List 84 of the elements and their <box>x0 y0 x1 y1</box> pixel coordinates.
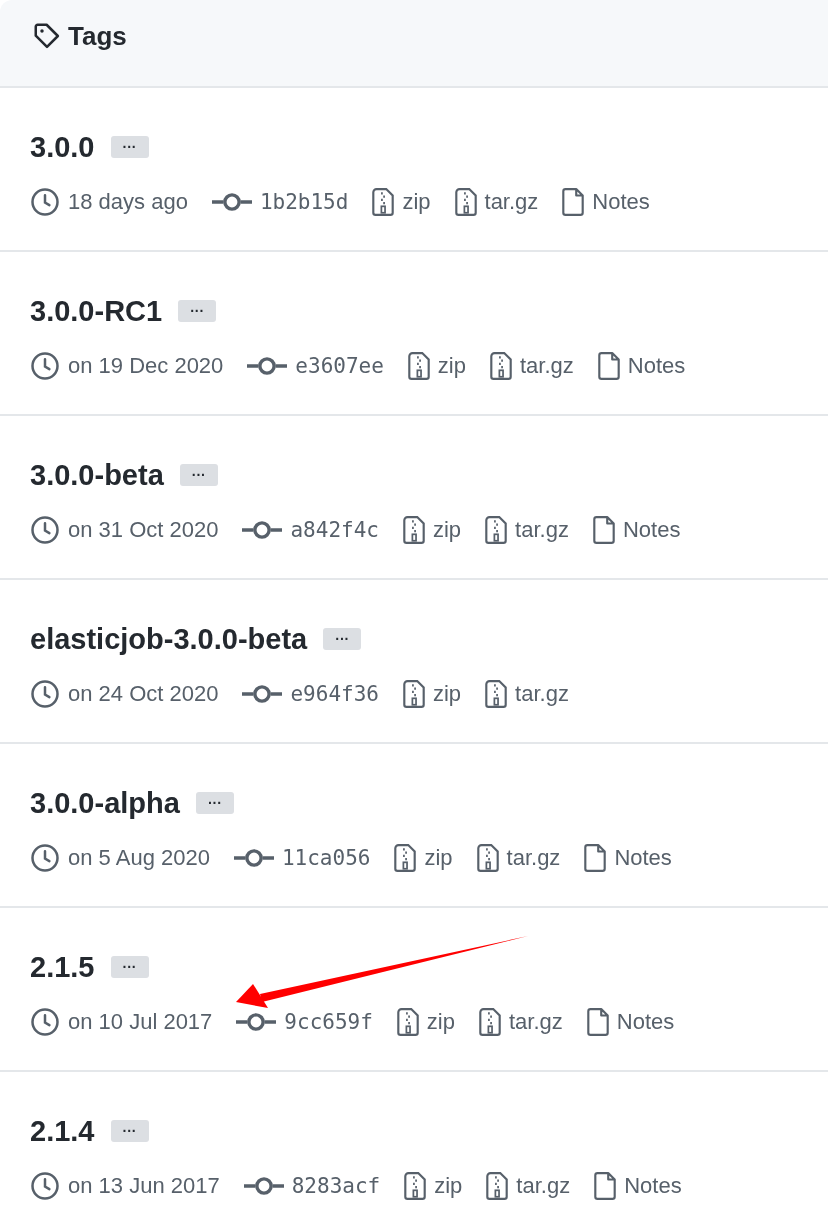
tag-name-link[interactable]: 3.0.0-beta <box>30 458 164 492</box>
tag-date: on 19 Dec 2020 <box>68 353 224 379</box>
commit-link[interactable]: e964f36 <box>290 682 379 706</box>
zip-download-link[interactable]: zip <box>432 517 462 543</box>
clock-icon <box>30 187 60 217</box>
more-button[interactable]: ··· <box>179 464 218 486</box>
clock-icon <box>30 1007 60 1037</box>
clock-icon <box>30 515 60 545</box>
commit-icon <box>243 1176 284 1196</box>
tar-download-link[interactable]: tar.gz <box>506 845 561 871</box>
notes-link[interactable]: Notes <box>614 845 672 871</box>
tag-icon <box>32 21 62 51</box>
tar-download-link[interactable]: tar.gz <box>509 1009 563 1035</box>
more-button[interactable]: ··· <box>110 136 149 158</box>
tar-download-link[interactable]: tar.gz <box>515 517 569 543</box>
zip-file-icon <box>485 516 508 544</box>
tag-date: on 5 Aug 2020 <box>68 845 210 871</box>
file-icon <box>592 516 615 544</box>
tag-date: on 31 Oct 2020 <box>68 517 219 543</box>
file-icon <box>594 1172 617 1200</box>
notes-link[interactable]: Notes <box>616 1009 675 1035</box>
commit-link[interactable]: 8283acf <box>291 1174 381 1198</box>
tar-download-link[interactable]: tar.gz <box>484 189 539 215</box>
zip-file-icon <box>479 1008 501 1036</box>
zip-download-link[interactable]: zip <box>434 1173 463 1199</box>
commit-icon <box>242 520 283 540</box>
tag-date: on 13 Jun 2017 <box>68 1173 220 1199</box>
commit-link[interactable]: 1b2b15d <box>259 190 349 214</box>
zip-file-icon <box>454 188 477 216</box>
zip-file-icon <box>476 844 499 872</box>
zip-file-icon <box>490 352 512 380</box>
commit-icon <box>236 1012 277 1032</box>
zip-download-link[interactable]: zip <box>426 1009 455 1035</box>
commit-icon <box>211 192 252 212</box>
commit-link[interactable]: a842f4c <box>290 518 379 542</box>
file-icon <box>562 188 585 216</box>
more-button[interactable]: ··· <box>323 628 362 650</box>
zip-file-icon <box>402 680 425 708</box>
commit-link[interactable]: e3607ee <box>295 354 384 378</box>
header-title: Tags <box>68 20 127 52</box>
tag-name-link[interactable]: 2.1.4 <box>30 1114 95 1148</box>
tag-name-link[interactable]: 2.1.5 <box>30 950 95 984</box>
clock-icon <box>30 1171 60 1201</box>
notes-link[interactable]: Notes <box>627 353 686 379</box>
zip-file-icon <box>407 352 430 380</box>
commit-link[interactable]: 11ca056 <box>281 846 371 870</box>
tar-download-link[interactable]: tar.gz <box>515 681 569 707</box>
zip-file-icon <box>404 1172 427 1200</box>
zip-download-link[interactable]: zip <box>402 189 431 215</box>
zip-file-icon <box>485 680 508 708</box>
commit-link[interactable]: 9cc659f <box>284 1010 373 1034</box>
zip-file-icon <box>486 1172 509 1200</box>
clock-icon <box>30 843 60 873</box>
zip-file-icon <box>372 188 395 216</box>
zip-file-icon <box>402 516 425 544</box>
tag-date: on 10 Jul 2017 <box>68 1009 213 1035</box>
tag-name-link[interactable]: 3.0.0 <box>30 130 95 164</box>
tag-date: 18 days ago <box>68 189 188 215</box>
more-button[interactable]: ··· <box>195 792 234 814</box>
tar-download-link[interactable]: tar.gz <box>520 353 574 379</box>
file-icon <box>586 1008 609 1036</box>
file-icon <box>584 844 607 872</box>
notes-link[interactable]: Notes <box>592 189 650 215</box>
notes-link[interactable]: Notes <box>624 1173 682 1199</box>
more-button[interactable]: ··· <box>110 956 149 978</box>
tar-download-link[interactable]: tar.gz <box>516 1173 571 1199</box>
zip-file-icon <box>396 1008 419 1036</box>
notes-link[interactable]: Notes <box>622 517 681 543</box>
tag-name-link[interactable]: 3.0.0-alpha <box>30 786 180 820</box>
zip-file-icon <box>394 844 417 872</box>
commit-icon <box>242 684 283 704</box>
zip-download-link[interactable]: zip <box>424 845 453 871</box>
commit-icon <box>247 356 288 376</box>
clock-icon <box>30 351 60 381</box>
more-button[interactable]: ··· <box>178 300 217 322</box>
commit-icon <box>233 848 274 868</box>
tag-name-link[interactable]: 3.0.0-RC1 <box>30 294 163 328</box>
file-icon <box>597 352 620 380</box>
clock-icon <box>30 679 60 709</box>
more-button[interactable]: ··· <box>110 1120 149 1142</box>
zip-download-link[interactable]: zip <box>432 681 462 707</box>
tag-date: on 24 Oct 2020 <box>68 681 219 707</box>
tag-name-link[interactable]: elasticjob-3.0.0-beta <box>30 622 308 656</box>
zip-download-link[interactable]: zip <box>437 353 466 379</box>
